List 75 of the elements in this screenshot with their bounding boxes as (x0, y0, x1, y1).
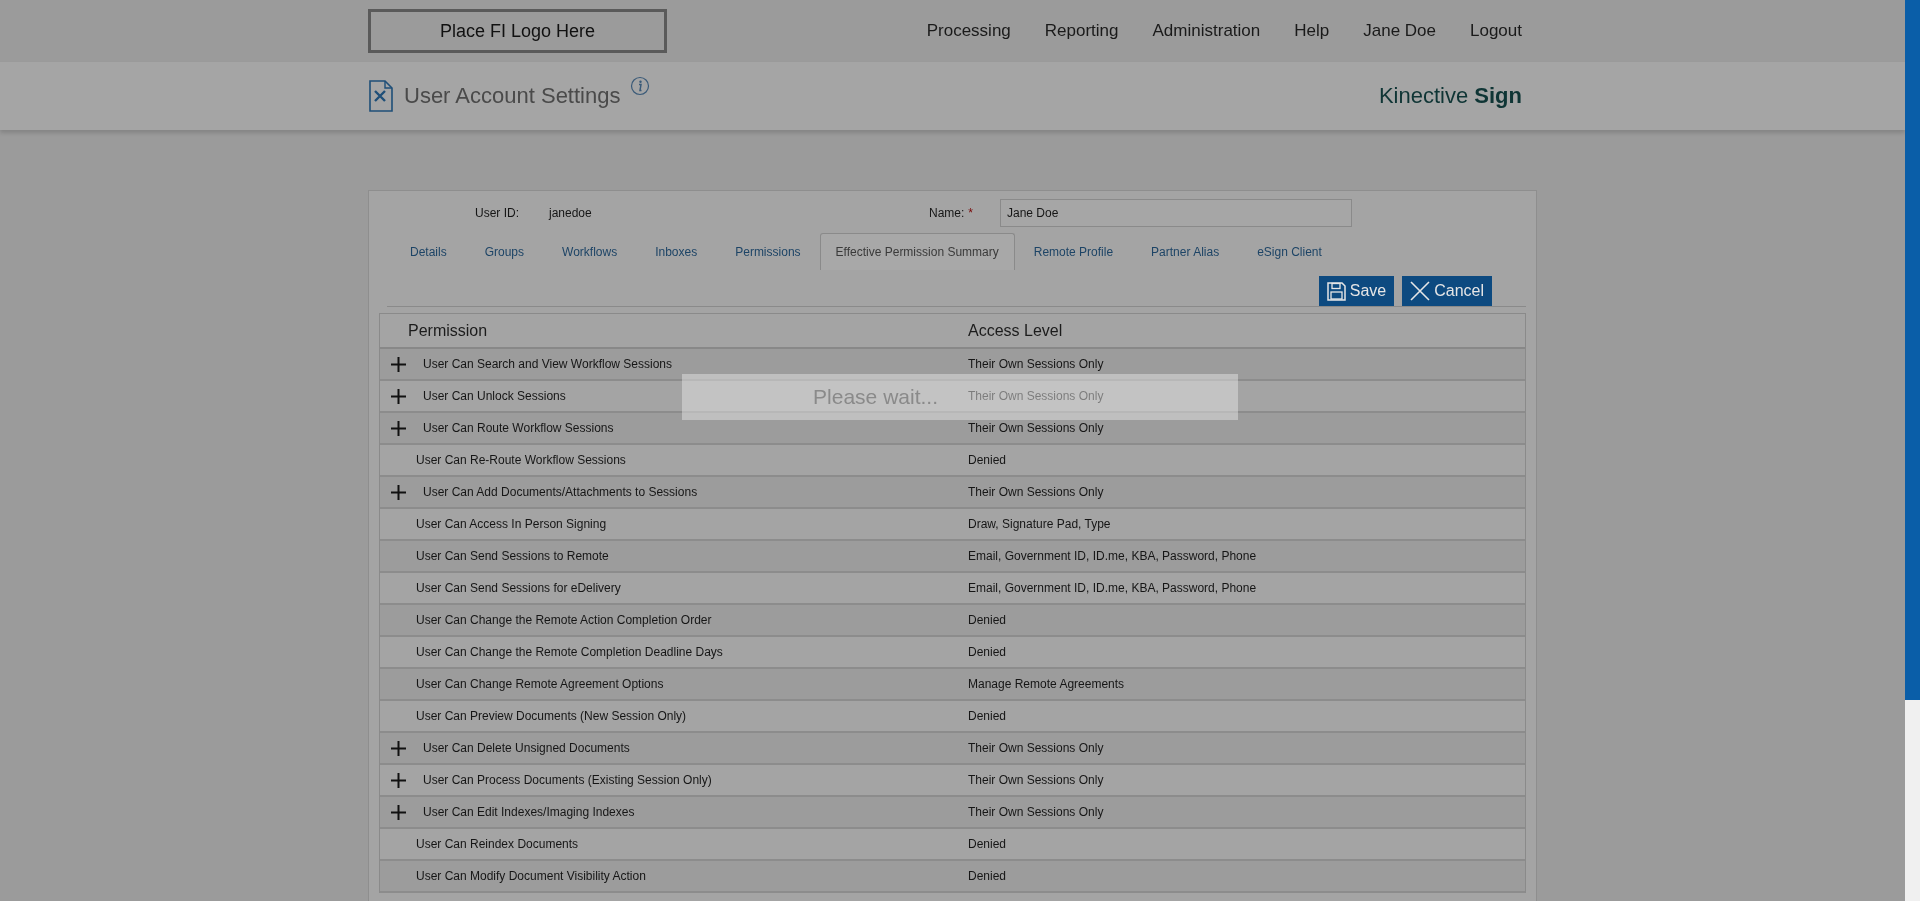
expand-icon[interactable] (391, 356, 406, 372)
scrollbar[interactable] (1905, 0, 1920, 901)
access-level: Denied (968, 645, 1007, 659)
close-icon (1410, 281, 1431, 301)
tab[interactable]: eSign Client (1238, 233, 1341, 270)
save-icon (1326, 281, 1346, 301)
access-level: Email, Government ID, ID.me, KBA, Password, Phone (968, 581, 1257, 595)
tab[interactable]: Partner Alias (1132, 233, 1239, 270)
access-level: Their Own Sessions Only (968, 357, 1104, 371)
access-level: Denied (968, 709, 1007, 723)
permission-name: User Can Re-Route Workflow Sessions (416, 453, 626, 467)
expand-icon[interactable] (391, 772, 406, 788)
nav-link[interactable]: Administration (1152, 21, 1261, 41)
expand-icon[interactable] (391, 388, 406, 404)
access-level: Their Own Sessions Only (968, 741, 1104, 755)
tab[interactable]: Details (391, 233, 466, 270)
access-level: Denied (968, 837, 1007, 851)
tab[interactable]: Effective Permission Summary (819, 233, 1015, 270)
tab[interactable]: Permissions (716, 233, 820, 270)
permission-name: User Can Delete Unsigned Documents (423, 741, 630, 755)
field-label: Name: * (929, 206, 974, 220)
nav-link[interactable]: Reporting (1044, 21, 1119, 41)
permission-name: User Can Send Sessions to Remote (416, 549, 609, 563)
name-field[interactable]: Jane Doe (1000, 199, 1352, 227)
required-mark: * (968, 206, 973, 220)
permission-name: User Can Change the Remote Action Completion Order (416, 613, 712, 627)
nav-link[interactable]: Help (1294, 21, 1330, 41)
nav-link[interactable]: Processing (926, 21, 1011, 41)
permission-name: User Can Process Documents (Existing Session Only) (423, 773, 712, 787)
nav-link[interactable]: Jane Doe (1363, 21, 1436, 41)
permission-name: User Can Add Documents/Attachments to Sessions (423, 485, 698, 499)
access-level: Email, Government ID, ID.me, KBA, Password, Phone (968, 549, 1257, 563)
column-header: Permission (407, 321, 489, 340)
loading-message: Please wait... (813, 385, 938, 409)
access-level: Denied (968, 613, 1007, 627)
tab[interactable]: Remote Profile (1014, 233, 1133, 270)
access-level: Their Own Sessions Only (968, 773, 1104, 787)
access-level: Manage Remote Agreements (968, 677, 1125, 691)
permission-name: User Can Change Remote Agreement Options (416, 677, 664, 691)
expand-icon[interactable] (391, 484, 406, 500)
column-header: Access Level (968, 321, 1064, 340)
permission-name: User Can Modify Document Visibility Action (416, 869, 646, 883)
access-level: Their Own Sessions Only (968, 421, 1104, 435)
access-level: Denied (968, 869, 1007, 883)
save-button[interactable]: Save (1318, 276, 1395, 306)
tab[interactable]: Workflows (543, 233, 637, 270)
access-level: Draw, Signature Pad, Type (968, 517, 1111, 531)
permission-name: User Can Route Workflow Sessions (423, 421, 614, 435)
permission-name: User Can Preview Documents (New Session Only) (416, 709, 687, 723)
access-level: Their Own Sessions Only (968, 485, 1104, 499)
expand-icon[interactable] (391, 740, 406, 756)
document-tools-icon (368, 80, 394, 112)
field-label: User ID: (475, 206, 520, 220)
permission-name: User Can Change the Remote Completion Deadline Days (416, 645, 723, 659)
access-level: Denied (968, 453, 1007, 467)
tab[interactable]: Inboxes (636, 233, 717, 270)
permission-name: User Can Send Sessions for eDelivery (416, 581, 621, 595)
expand-icon[interactable] (391, 804, 406, 820)
permission-name: User Can Search and View Workflow Sessions (423, 357, 672, 371)
tab[interactable]: Groups (465, 233, 544, 270)
nav-link[interactable]: Logout (1470, 21, 1522, 41)
brand-logo: Kinective Sign (1378, 83, 1522, 109)
user-id-value: janedoe (549, 206, 593, 220)
permission-name: User Can Access In Person Signing (416, 517, 607, 531)
page-title: User Account Settings (404, 83, 621, 109)
info-icon[interactable] (630, 76, 651, 96)
logo-placeholder-frame: Place FI Logo Here (368, 9, 667, 53)
permission-name: User Can Unlock Sessions (423, 389, 566, 403)
access-level: Their Own Sessions Only (968, 389, 1104, 403)
access-level: Their Own Sessions Only (968, 805, 1104, 819)
scrollbar-thumb[interactable] (1905, 0, 1920, 700)
permission-name: User Can Edit Indexes/Imaging Indexes (423, 805, 635, 819)
cancel-button[interactable]: Cancel (1402, 276, 1492, 306)
permission-name: User Can Reindex Documents (416, 837, 579, 851)
expand-icon[interactable] (391, 420, 406, 436)
